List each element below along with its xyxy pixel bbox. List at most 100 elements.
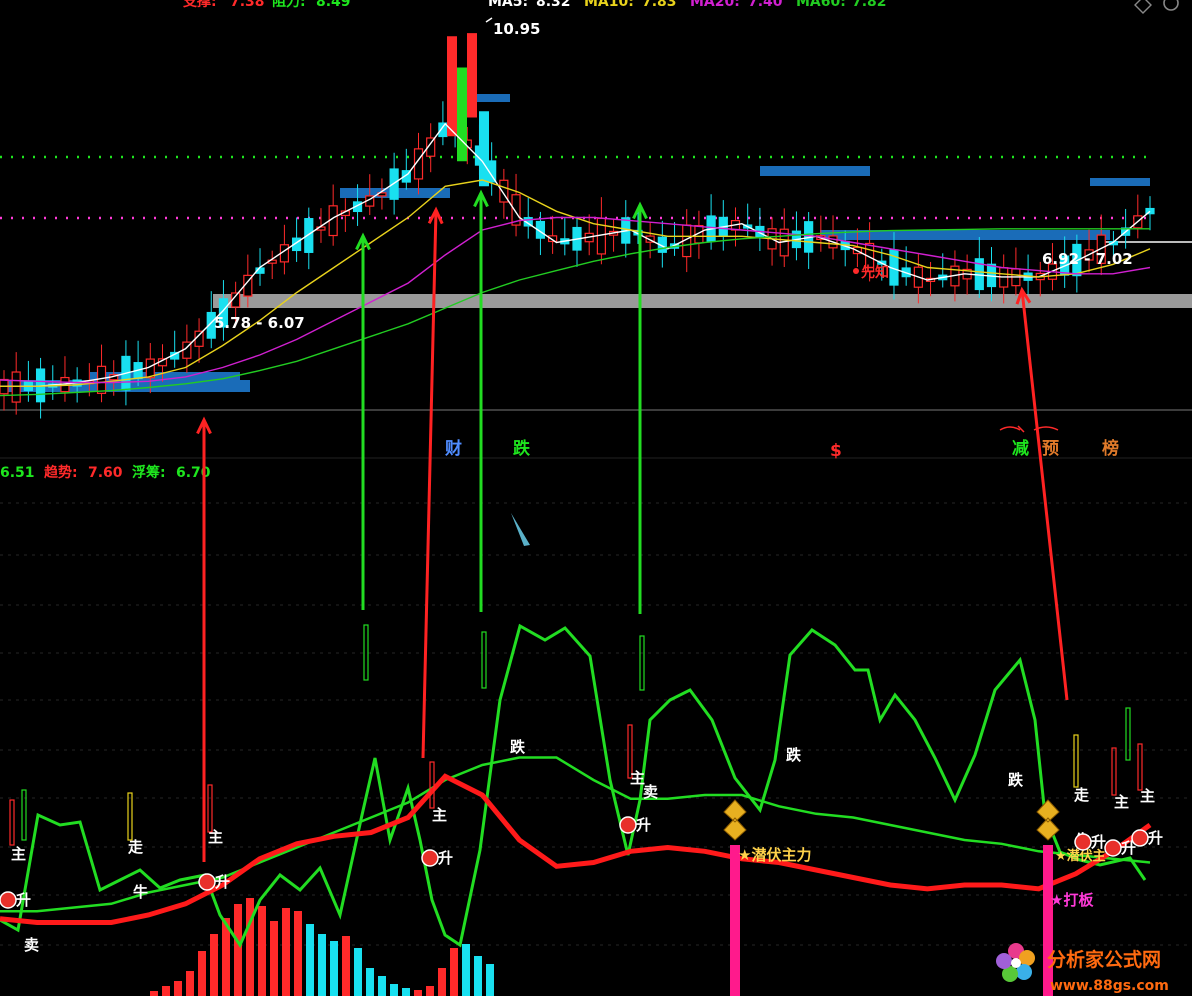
float-label: 浮筹: [132, 464, 166, 481]
indicator-labels: 主 走 主 牛 卖 主 跌 主 卖 跌 跌 走 主 主 牛 ★潜伏主力 ★潜伏主… [11, 738, 1155, 954]
ma5-label: MA5: [488, 0, 528, 10]
volume-bars [150, 898, 494, 996]
volume-bar [162, 986, 170, 996]
volume-bar [438, 968, 446, 996]
signal-tick [1137, 743, 1143, 791]
volume-bar [486, 964, 494, 996]
signal-tick [429, 761, 435, 809]
sheng-ball-icon [1104, 839, 1122, 857]
indicator-lines [0, 623, 1152, 949]
sheng-label: 升 [1148, 829, 1163, 847]
candle-body [467, 33, 477, 118]
signal-tick [1073, 734, 1079, 788]
event-marker: 财 [444, 438, 462, 459]
sheng-ball-icon [1131, 829, 1149, 847]
signal-tick [1125, 707, 1131, 761]
volume-bar [282, 908, 290, 996]
ma10-label: MA10: [584, 0, 634, 10]
chip-zone [1090, 178, 1150, 186]
ma-line-ma5 [0, 122, 1151, 387]
search-icon[interactable] [1163, 0, 1179, 11]
volume-bar [474, 956, 482, 996]
watermark: 分析家公式网 www.88gs.com [996, 943, 1169, 994]
signal-tick [481, 631, 487, 689]
event-markers: 财 跌 $ 减 预 榜 [444, 425, 1119, 461]
signal-tick [9, 799, 15, 846]
candle-body [11, 371, 21, 403]
price-header: 支撑: 7.38 阻力: 8.49 MA5: 8.32 MA10: 7.83 M… [182, 0, 887, 10]
watermark-url: www.88gs.com [1050, 978, 1169, 994]
resist-label: 阻力: [272, 0, 306, 10]
support-value: 7.38 [230, 0, 265, 10]
ma10-value: 7.83 [642, 0, 677, 10]
sheng-ball-icon [1074, 833, 1092, 851]
magenta-pillar [1043, 845, 1053, 996]
mai-label: 卖 [643, 783, 658, 801]
volume-bar [342, 936, 350, 996]
trend-label: 趋势: [44, 464, 78, 481]
zou-label: 走 [128, 838, 143, 856]
ma60-value: 7.82 [852, 0, 887, 10]
window-controls[interactable] [1134, 0, 1179, 14]
volume-bar [354, 948, 362, 996]
trend-value: 7.60 [88, 465, 123, 481]
stock-chart: 支撑: 7.38 阻力: 8.49 MA5: 8.32 MA10: 7.83 M… [0, 0, 1192, 996]
zou-label: 走 [1074, 786, 1089, 804]
candle-body [479, 111, 489, 187]
volume-bar [414, 990, 422, 996]
volume-bar [258, 906, 266, 996]
xianzhi-label: 先知 [861, 264, 889, 281]
event-marker: 跌 [513, 439, 531, 459]
diamond-icon[interactable] [1134, 0, 1152, 14]
volume-bar [306, 924, 314, 996]
volume-bar [186, 971, 194, 996]
high-price-label: 10.95 [493, 20, 540, 38]
high-pointer [485, 17, 493, 23]
event-marker: 减 [1012, 438, 1029, 459]
sheng-ball-icon [198, 873, 216, 891]
volume-bar [462, 944, 470, 996]
support-label: 支撑: [182, 0, 217, 10]
sheng-label: 升 [636, 816, 651, 834]
magenta-pillar [730, 845, 740, 996]
sheng-label: 升 [438, 849, 453, 867]
die-label: 跌 [1008, 771, 1024, 789]
signal-tick [127, 792, 133, 841]
xianzhi-dot [853, 268, 859, 274]
volume-bar [150, 991, 158, 996]
event-marker: $ [830, 441, 842, 461]
candle-body [596, 217, 606, 255]
candle-body [447, 36, 457, 137]
zone-right-label: 6.92 - 7.02 [1042, 250, 1133, 268]
gray-support-zone [213, 294, 1192, 308]
event-ornament [999, 425, 1059, 433]
sheng-label: 升 [1091, 833, 1106, 851]
volume-bar [390, 984, 398, 996]
sheng-ball-icon [421, 849, 439, 867]
signal-tick [639, 635, 645, 691]
volume-bar [330, 941, 338, 996]
mouse-cursor-icon [511, 513, 530, 546]
float-line [0, 756, 1151, 913]
chip-zone [760, 166, 870, 176]
signal-tick [207, 784, 213, 833]
arrow-line [1020, 289, 1069, 701]
sheng-ball-icon [619, 816, 637, 834]
volume-bar [294, 911, 302, 996]
volume-bar [426, 986, 434, 996]
arrow-line [421, 209, 438, 759]
resist-value: 8.49 [316, 0, 351, 10]
sheng-ball-icon [0, 891, 17, 909]
volume-bar [198, 951, 206, 996]
ma60-label: MA60: [796, 0, 846, 10]
volume-bar [402, 988, 410, 996]
volume-bar [366, 968, 374, 996]
zhu-label: 主 [432, 806, 447, 824]
watermark-name: 分析家公式网 [1047, 948, 1161, 971]
ma5-value: 8.32 [536, 0, 571, 10]
indicator-first-value: 6.51 [0, 465, 35, 481]
oscillator-line [0, 623, 1147, 949]
volume-bar [270, 921, 278, 996]
sheng-label: 升 [215, 873, 230, 891]
volume-bar [378, 976, 386, 996]
